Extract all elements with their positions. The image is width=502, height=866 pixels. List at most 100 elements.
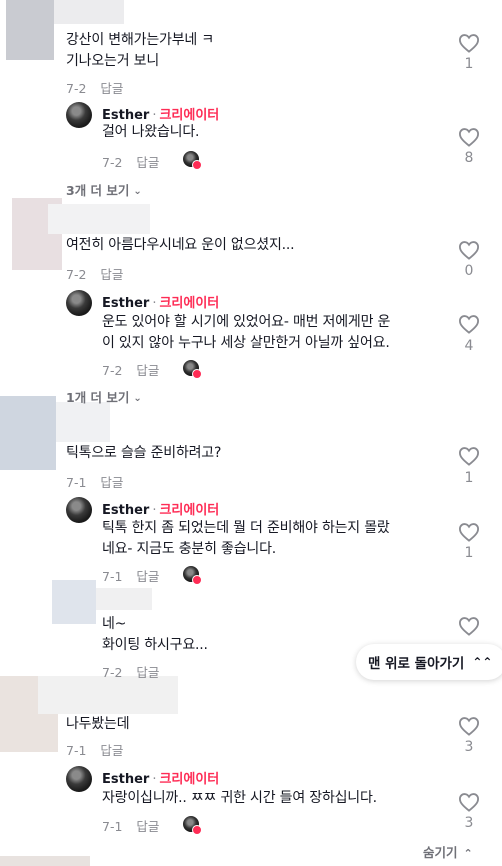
blurred-username	[48, 204, 150, 234]
reply-button[interactable]: 답글	[100, 743, 123, 758]
reply-meta: 7-2 답글	[102, 360, 159, 379]
comment-meta: 7-2 답글	[66, 78, 123, 97]
like-heart-icon[interactable]	[458, 716, 480, 736]
comment-date: 7-2	[102, 665, 123, 680]
reply-line: 네요- 지금도 충분히 좋습니다.	[102, 541, 277, 557]
reply-date: 7-2	[102, 155, 123, 170]
separator: ·	[152, 108, 157, 123]
comment-line: 기나오는거 보니	[66, 53, 160, 69]
creator-badge: 크리에이터	[159, 108, 220, 123]
reply-author[interactable]: Esther · 크리에이터	[102, 104, 219, 123]
like-heart-icon[interactable]	[458, 33, 480, 53]
comment-text: 강산이 변해가는가부네 ㅋ 기나오는거 보니	[66, 30, 214, 72]
reply-line: 자랑이십니까.. ㅉㅉ 귀한 시간 들여 장하십니다.	[102, 790, 377, 806]
view-more-label: 3개 더 보기	[66, 183, 130, 198]
comment-line: 강산이 변해가는가부네 ㅋ	[66, 32, 214, 48]
creator-liked-icon	[183, 816, 202, 835]
reply-meta: 7-1 답글	[102, 816, 159, 835]
like-count: 1	[464, 545, 474, 561]
reply-line: 운도 있어야 할 시기에 있었어요- 매번 저에게만 운	[102, 314, 391, 330]
like-heart-icon[interactable]	[458, 792, 480, 812]
creator-badge: 크리에이터	[159, 296, 220, 311]
blurred-username	[96, 588, 152, 610]
comment-line: 화이팅 하시구요...	[102, 637, 208, 653]
like-count: 1	[464, 56, 474, 72]
reply-text: 틱톡 한지 좀 되었는데 뭘 더 준비해야 하는지 몰랐 네요- 지금도 충분히…	[102, 518, 390, 560]
like-heart-icon[interactable]	[458, 446, 480, 466]
reply-button[interactable]: 답글	[136, 155, 159, 170]
comment-meta: 7-1 답글	[66, 740, 123, 759]
reply-text: 걸어 나왔습니다.	[102, 122, 199, 143]
comment-line: 틱톡으로 슬슬 준비하려고?	[66, 445, 222, 461]
author-name[interactable]: Esther	[102, 108, 149, 123]
comment-text: 틱톡으로 슬슬 준비하려고?	[66, 443, 221, 464]
reply-button[interactable]: 답글	[136, 665, 159, 680]
reply-button[interactable]: 답글	[100, 267, 123, 282]
comment-line: 여전히 아름다우시네요 운이 없으셨지...	[66, 237, 295, 253]
chevron-down-icon: ⌄	[133, 393, 142, 404]
separator: ·	[152, 772, 157, 787]
scroll-to-top-button[interactable]: 맨 위로 돌아가기 ⌃⌃	[356, 644, 502, 680]
creator-avatar[interactable]	[66, 102, 92, 128]
like-heart-icon[interactable]	[458, 522, 480, 542]
comment-date: 7-1	[66, 743, 87, 758]
comment-meta: 7-2 답글	[66, 264, 123, 283]
comment-meta: 7-2 답글	[102, 662, 159, 681]
comment-line: 네~	[102, 616, 127, 632]
reply-button[interactable]: 답글	[100, 475, 123, 490]
blurred-username	[38, 676, 178, 714]
author-name[interactable]: Esther	[102, 503, 149, 518]
double-chevron-up-icon: ⌃⌃	[472, 655, 493, 669]
comment-date: 7-2	[66, 81, 87, 96]
like-heart-icon[interactable]	[458, 127, 480, 147]
like-heart-icon[interactable]	[458, 616, 480, 636]
reply-author[interactable]: Esther · 크리에이터	[102, 499, 219, 518]
view-more-replies[interactable]: 3개 더 보기 ⌄	[66, 180, 142, 199]
like-heart-icon[interactable]	[458, 240, 480, 260]
creator-avatar[interactable]	[66, 290, 92, 316]
reply-date: 7-1	[102, 569, 123, 584]
comment-text: 네~ 화이팅 하시구요...	[102, 614, 208, 656]
comment-date: 7-2	[66, 267, 87, 282]
chevron-up-icon: ⌃	[463, 847, 473, 860]
scroll-to-top-label: 맨 위로 돌아가기	[368, 656, 465, 672]
blurred-username	[54, 0, 124, 24]
comment-text: 나두봤는데	[66, 714, 130, 735]
blurred-avatar	[6, 0, 54, 60]
creator-avatar[interactable]	[66, 497, 92, 523]
hide-replies-button[interactable]: 숨기기 ⌃	[423, 842, 473, 861]
like-count: 1	[464, 470, 474, 486]
like-count: 0	[464, 263, 474, 279]
reply-button[interactable]: 답글	[136, 569, 159, 584]
like-count: 4	[464, 338, 474, 354]
comment-text: 여전히 아름다우시네요 운이 없으셨지...	[66, 235, 295, 256]
reply-author[interactable]: Esther · 크리에이터	[102, 768, 219, 787]
view-more-replies[interactable]: 1개 더 보기 ⌄	[66, 387, 142, 406]
creator-badge: 크리에이터	[159, 772, 220, 787]
hide-label: 숨기기	[423, 845, 458, 860]
reply-button[interactable]: 답글	[100, 81, 123, 96]
blurred-username	[56, 402, 110, 442]
author-name[interactable]: Esther	[102, 296, 149, 311]
reply-date: 7-2	[102, 363, 123, 378]
author-name[interactable]: Esther	[102, 772, 149, 787]
creator-liked-icon	[183, 360, 202, 379]
chevron-down-icon: ⌄	[133, 186, 142, 197]
like-count: 8	[464, 150, 474, 166]
reply-meta: 7-2 답글	[102, 152, 159, 171]
reply-button[interactable]: 답글	[136, 819, 159, 834]
like-heart-icon[interactable]	[458, 314, 480, 334]
reply-author[interactable]: Esther · 크리에이터	[102, 292, 219, 311]
reply-text: 자랑이십니까.. ㅉㅉ 귀한 시간 들여 장하십니다.	[102, 788, 377, 809]
reply-line: 걸어 나왔습니다.	[102, 124, 200, 140]
separator: ·	[152, 296, 157, 311]
creator-avatar[interactable]	[66, 766, 92, 792]
reply-date: 7-1	[102, 819, 123, 834]
blurred-avatar	[0, 856, 90, 866]
like-count: 3	[464, 815, 474, 831]
reply-text: 운도 있어야 할 시기에 있었어요- 매번 저에게만 운 이 있지 않아 누구나…	[102, 312, 390, 354]
separator: ·	[152, 503, 157, 518]
reply-button[interactable]: 답글	[136, 363, 159, 378]
view-more-label: 1개 더 보기	[66, 390, 130, 405]
reply-line: 틱톡 한지 좀 되었는데 뭘 더 준비해야 하는지 몰랐	[102, 520, 390, 536]
